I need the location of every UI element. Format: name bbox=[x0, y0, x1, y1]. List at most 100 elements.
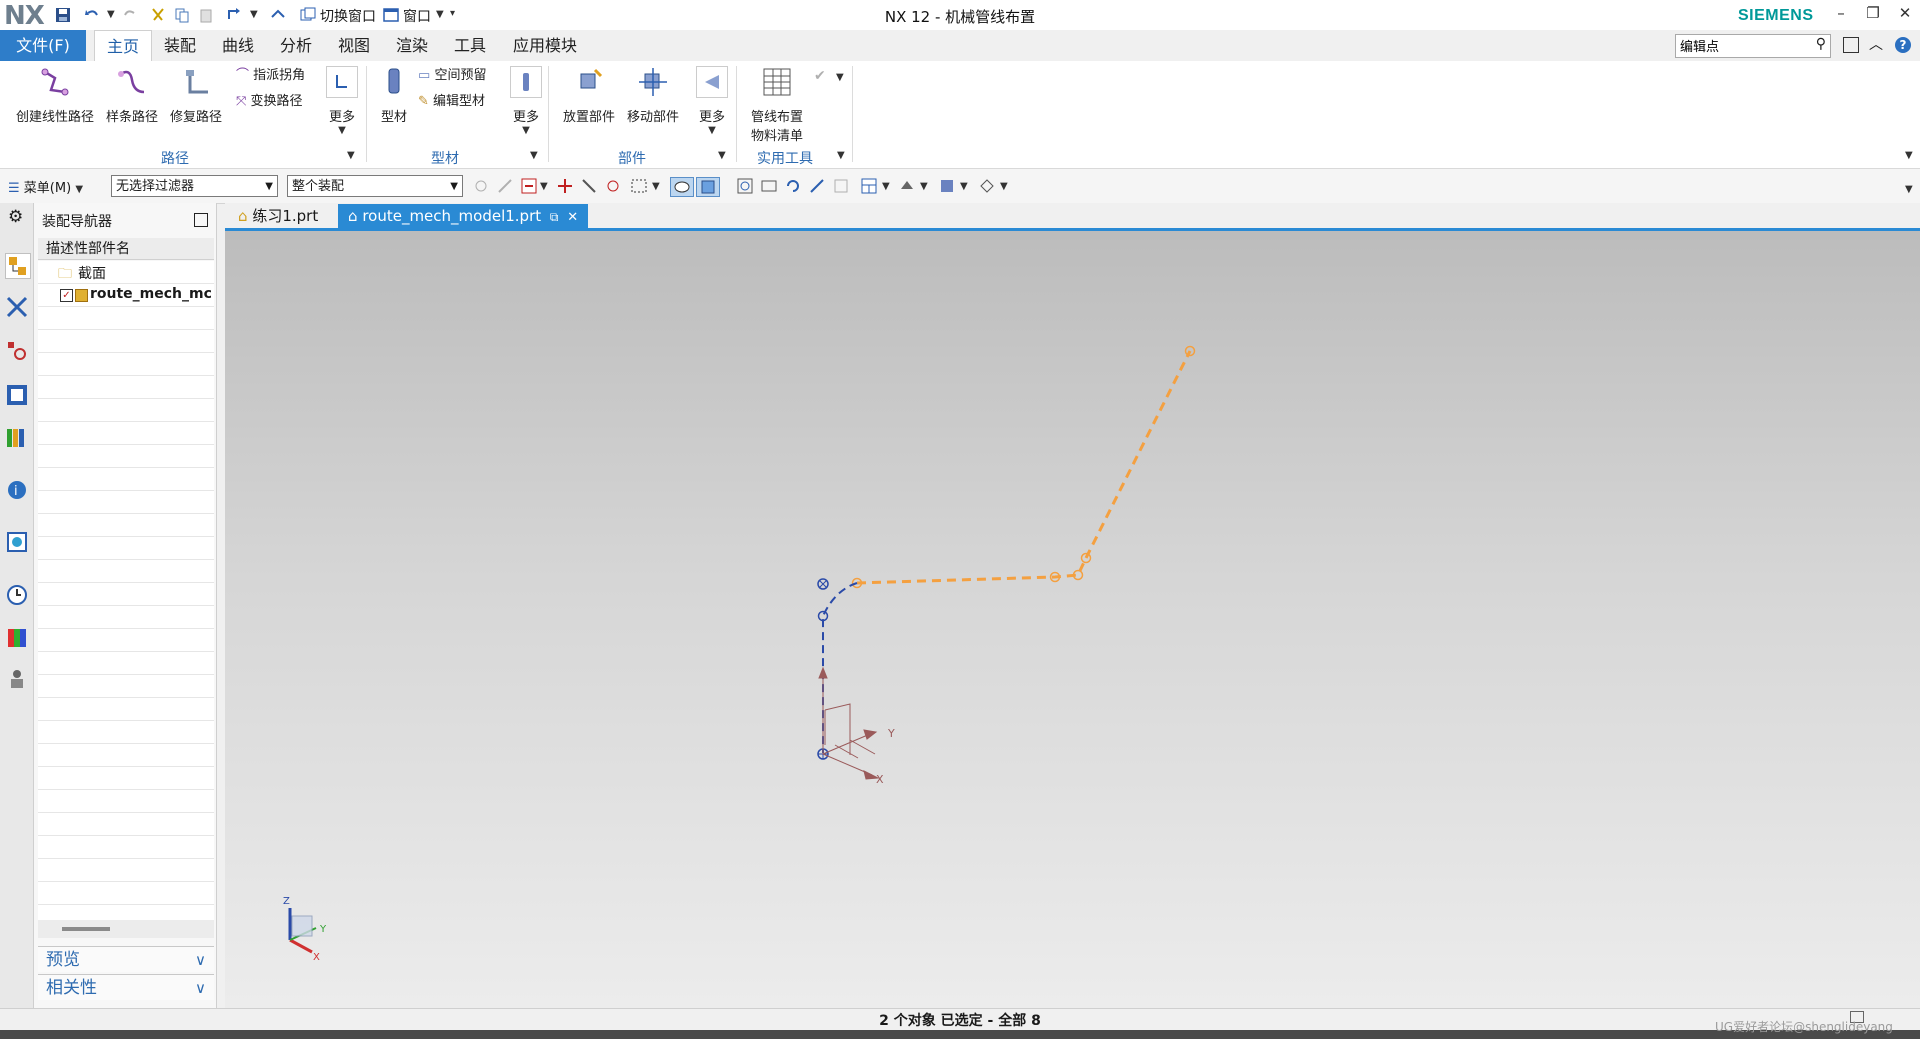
path-group-dropdown-icon[interactable]: ▼ bbox=[347, 150, 355, 161]
stock-group-dropdown-icon[interactable]: ▼ bbox=[530, 150, 538, 161]
repair-path-button[interactable]: 修复路径 bbox=[166, 66, 226, 125]
rectangle-select-icon[interactable] bbox=[630, 177, 648, 195]
part-more-icon bbox=[696, 66, 728, 98]
close-button[interactable]: ✕ bbox=[1894, 4, 1916, 26]
tab-assembly[interactable]: 装配 bbox=[155, 30, 205, 61]
preview-section[interactable]: 预览 ∨ bbox=[38, 946, 214, 972]
help-icon[interactable]: ? bbox=[1895, 37, 1911, 53]
doc-tab-route-mech[interactable]: ⌂ route_mech_model1.prt ⧉ ✕ bbox=[338, 204, 589, 228]
tab-curve[interactable]: 曲线 bbox=[213, 30, 263, 61]
check-dropdown-icon[interactable]: ▼ bbox=[836, 72, 844, 83]
taskbar-strip bbox=[0, 1030, 1920, 1039]
layout-dropdown-icon[interactable]: ▼ bbox=[882, 181, 890, 192]
info-icon[interactable]: i bbox=[5, 478, 29, 502]
undock-icon[interactable]: ⧉ bbox=[550, 210, 559, 224]
type-filter-select[interactable]: 无选择过滤器 ▼ bbox=[111, 175, 278, 197]
tab-view[interactable]: 视图 bbox=[329, 30, 379, 61]
tree-row-part[interactable]: ✓ route_mech_mc bbox=[38, 284, 214, 307]
rectangle-select-dropdown-icon[interactable]: ▼ bbox=[652, 181, 660, 192]
edit-section-dropdown-icon[interactable]: ▼ bbox=[1000, 181, 1008, 192]
constraint-navigator-icon[interactable] bbox=[5, 295, 29, 319]
group-separator bbox=[736, 66, 737, 162]
part-group-dropdown-icon[interactable]: ▼ bbox=[718, 150, 726, 161]
path-more-button[interactable]: 更多 ▼ bbox=[324, 66, 360, 136]
scrollbar-thumb[interactable] bbox=[62, 927, 110, 931]
create-linear-path-button[interactable]: 创建线性路径 bbox=[10, 66, 100, 125]
ribbon-options-icon[interactable] bbox=[1843, 37, 1859, 53]
graphics-window[interactable] bbox=[225, 231, 1920, 1008]
part-more-button[interactable]: 更多 ▼ bbox=[694, 66, 730, 136]
minimize-button[interactable]: – bbox=[1830, 4, 1852, 26]
stock-more-button[interactable]: 更多 ▼ bbox=[508, 66, 544, 136]
orient-view-dropdown-icon[interactable]: ▼ bbox=[960, 181, 968, 192]
close-tab-icon[interactable]: ✕ bbox=[567, 210, 578, 225]
move-part-button[interactable]: 移动部件 bbox=[622, 66, 684, 125]
assign-corner-button[interactable]: ⌒ 指派拐角 bbox=[236, 65, 305, 87]
transform-path-button[interactable]: ⤧ 变换路径 bbox=[236, 91, 303, 113]
settings-gear-icon[interactable]: ⚙ bbox=[8, 207, 23, 227]
perspective-icon[interactable] bbox=[832, 177, 850, 195]
check-icon[interactable]: ✔ bbox=[814, 68, 826, 84]
stock-button[interactable]: 型材 bbox=[376, 66, 412, 125]
pan-icon[interactable] bbox=[808, 177, 826, 195]
history-palette-icon[interactable] bbox=[5, 425, 29, 449]
spline-path-button[interactable]: 样条路径 bbox=[102, 66, 162, 125]
selection-status: 2 个对象 已选定 - 全部 8 bbox=[879, 1013, 1041, 1029]
select-faces-icon[interactable] bbox=[670, 177, 694, 197]
ribbon-overflow-icon[interactable]: ▼ bbox=[1905, 150, 1913, 161]
command-finder-input[interactable] bbox=[1676, 35, 1812, 55]
search-icon[interactable]: ⚲ bbox=[1816, 36, 1826, 52]
collapse-ribbon-icon[interactable]: ︿ bbox=[1869, 34, 1883, 54]
place-part-button[interactable]: 放置部件 bbox=[558, 66, 620, 125]
dependencies-section[interactable]: 相关性 ∨ bbox=[38, 974, 214, 1000]
snap-intersect-icon[interactable] bbox=[604, 177, 622, 195]
orient-view-icon[interactable] bbox=[938, 177, 956, 195]
select-color-dropdown-icon[interactable]: ▼ bbox=[540, 181, 548, 192]
layout-icon[interactable] bbox=[860, 177, 878, 195]
web-browser-icon[interactable] bbox=[5, 530, 29, 554]
reuse-library-icon[interactable] bbox=[5, 383, 29, 407]
utility-group-dropdown-icon[interactable]: ▼ bbox=[837, 150, 845, 161]
file-menu-button[interactable]: 文件(F) bbox=[0, 30, 86, 61]
horizontal-scrollbar[interactable] bbox=[38, 920, 214, 938]
visibility-checkbox[interactable]: ✓ bbox=[60, 289, 73, 302]
navigator-column-header[interactable]: 描述性部件名 bbox=[38, 238, 214, 260]
menu-button[interactable]: ☰ 菜单(M) ▼ bbox=[8, 177, 83, 196]
tab-analysis[interactable]: 分析 bbox=[271, 30, 321, 61]
fit-view-icon[interactable] bbox=[736, 177, 754, 195]
clock-icon[interactable] bbox=[5, 583, 29, 607]
menu-dropdown-icon: ▼ bbox=[75, 184, 84, 195]
snap-arrow-icon[interactable] bbox=[496, 177, 514, 195]
tab-tools[interactable]: 工具 bbox=[445, 30, 495, 61]
assembly-navigator-icon[interactable] bbox=[5, 253, 31, 279]
edit-section-icon[interactable] bbox=[978, 177, 996, 195]
render-style-dropdown-icon[interactable]: ▼ bbox=[920, 181, 928, 192]
select-color-icon[interactable] bbox=[520, 177, 538, 195]
repair-path-icon bbox=[186, 70, 208, 94]
space-reserve-button[interactable]: ▭ 空间预留 bbox=[418, 65, 486, 87]
tree-row-section[interactable]: 🗀 截面 bbox=[38, 261, 214, 284]
roles-icon[interactable] bbox=[5, 667, 29, 691]
snap-mid-icon[interactable] bbox=[580, 177, 598, 195]
color-palette-icon[interactable] bbox=[5, 626, 29, 650]
rotate-icon[interactable] bbox=[784, 177, 802, 195]
tab-applications[interactable]: 应用模块 bbox=[505, 30, 585, 61]
navigator-maximize-icon[interactable] bbox=[194, 213, 208, 227]
zoom-icon[interactable] bbox=[760, 177, 778, 195]
tab-home[interactable]: 主页 bbox=[94, 30, 152, 62]
edit-stock-button[interactable]: ✎ 编辑型材 bbox=[418, 91, 485, 113]
snap-point-icon[interactable] bbox=[472, 177, 490, 195]
selection-scope-select[interactable]: 整个装配 ▼ bbox=[287, 175, 463, 197]
restore-button[interactable]: ❐ bbox=[1862, 4, 1884, 26]
routing-list-button[interactable]: 管线布置 物料清单 bbox=[745, 66, 809, 144]
part-navigator-icon[interactable] bbox=[5, 339, 29, 363]
snap-end-icon[interactable] bbox=[556, 177, 574, 195]
command-finder[interactable]: ⚲ bbox=[1675, 34, 1831, 58]
select-bodies-icon[interactable] bbox=[696, 177, 720, 197]
move-part-icon bbox=[639, 68, 667, 96]
toolbar-overflow-icon[interactable]: ▼ bbox=[1905, 184, 1913, 195]
linear-path-icon bbox=[41, 68, 69, 96]
tab-render[interactable]: 渲染 bbox=[387, 30, 437, 61]
doc-tab-exercise[interactable]: ⌂ 练习1.prt bbox=[228, 204, 328, 228]
render-style-icon[interactable] bbox=[898, 177, 916, 195]
